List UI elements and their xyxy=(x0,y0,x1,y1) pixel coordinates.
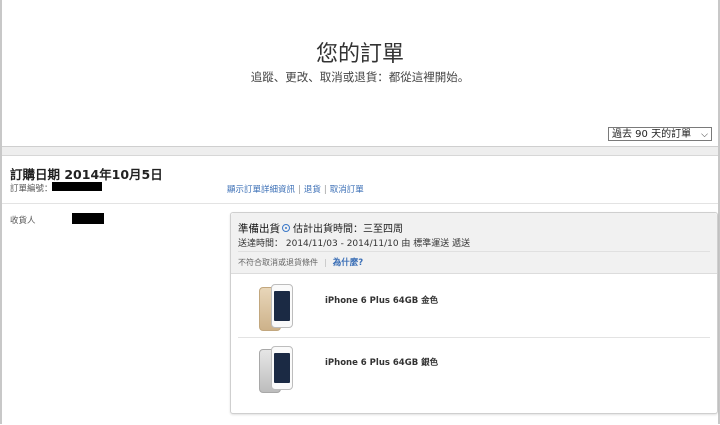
recipient-label: 收貨人 xyxy=(10,216,36,226)
why-link[interactable]: 為什麼? xyxy=(333,258,363,268)
cancel-order-link[interactable]: 取消訂單 xyxy=(330,185,364,195)
chevron-down-icon: ⌵ xyxy=(701,130,708,140)
period-select-value: 過去 90 天的訂單 xyxy=(612,129,692,140)
note-separator: | xyxy=(324,258,327,267)
show-details-link[interactable]: 顯示訂單詳細資訊 xyxy=(227,185,295,195)
product-image-gold xyxy=(257,284,297,332)
phone-front-icon xyxy=(271,346,293,390)
item-name: iPhone 6 Plus 64GB 金色 xyxy=(325,296,439,306)
list-item: iPhone 6 Plus 64GB 銀色 xyxy=(231,341,717,399)
no-cancel-line: 不符合取消或退貨條件 | 為什麼? xyxy=(238,256,363,268)
shipment-estimate: 估計出貨時間：三至四周 xyxy=(293,224,403,235)
shipment-status: 準備出貨 xyxy=(238,223,280,235)
info-icon[interactable] xyxy=(282,224,290,232)
no-cancel-note: 不符合取消或退貨條件 xyxy=(238,258,318,267)
item-name: iPhone 6 Plus 64GB 銀色 xyxy=(325,358,439,368)
phone-front-icon xyxy=(271,284,293,328)
header-divider xyxy=(238,251,710,252)
redacted-recipient xyxy=(72,213,104,224)
shipment-status-line: 準備出貨 估計出貨時間：三至四周 xyxy=(238,220,403,236)
return-link[interactable]: 退貨 xyxy=(304,185,321,195)
shipment-header: 準備出貨 估計出貨時間：三至四周 送達時間： 2014/11/03 - 2014/… xyxy=(231,213,717,274)
shipment-card: 準備出貨 估計出貨時間：三至四周 送達時間： 2014/11/03 - 2014/… xyxy=(230,212,718,414)
order-panel: 訂購日期 2014年10月5日 訂單編號： 顯示訂單詳細資訊 | 退貨 | 取消訂單 收… xyxy=(2,155,718,425)
redacted-order-number xyxy=(52,182,102,191)
order-divider xyxy=(2,203,718,204)
section-gap xyxy=(2,147,718,155)
page-title: 您的訂單 xyxy=(315,42,404,67)
item-divider xyxy=(238,337,710,338)
link-separator: | xyxy=(323,185,327,195)
product-image-silver xyxy=(257,346,297,394)
order-actions: 顯示訂單詳細資訊 | 退貨 | 取消訂單 xyxy=(227,183,364,195)
order-date: 訂購日期 2014年10月5日 xyxy=(10,167,163,182)
page-subtitle: 追蹤、更改、取消或退貨：都從這裡開始。 xyxy=(250,70,470,84)
orders-header-panel: 您的訂單 追蹤、更改、取消或退貨：都從這裡開始。 過去 90 天的訂單 ⌵ xyxy=(2,0,718,147)
list-item: iPhone 6 Plus 64GB 金色 xyxy=(231,279,717,337)
order-number-label: 訂單編號： xyxy=(10,184,53,194)
link-separator: | xyxy=(298,185,301,195)
period-select[interactable]: 過去 90 天的訂單 ⌵ xyxy=(608,127,712,141)
delivery-window: 送達時間： 2014/11/03 - 2014/11/10 由 標準運送 遞送 xyxy=(238,239,471,249)
